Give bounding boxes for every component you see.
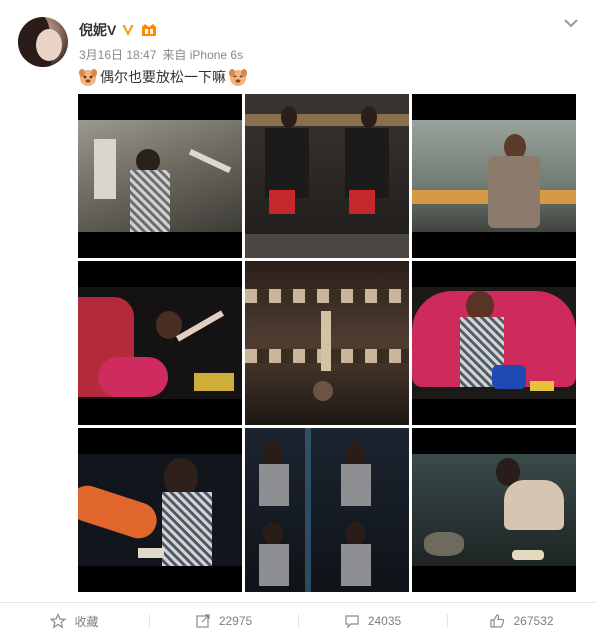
photo-thumbnail[interactable] [245, 94, 409, 258]
author-row: 倪妮V [79, 19, 158, 41]
favorite-label: 收藏 [74, 614, 99, 629]
avatar[interactable] [18, 17, 68, 67]
post-content: 偶尔也要放松一下嘛 [78, 66, 248, 88]
post-date[interactable]: 3月16日 18:47 [79, 46, 156, 63]
star-icon [50, 613, 67, 629]
photo-thumbnail[interactable] [412, 428, 576, 592]
photo-thumbnail[interactable] [78, 428, 242, 592]
repost-count: 22975 [218, 614, 253, 628]
comment-count: 24035 [367, 614, 402, 628]
like-count: 267532 [513, 614, 554, 628]
action-bar: 收藏 22975 24035 267532 [0, 603, 596, 639]
dog-emoji-icon [228, 67, 248, 87]
photo-thumbnail[interactable] [78, 261, 242, 425]
photo-thumbnail[interactable] [412, 94, 576, 258]
photo-grid [78, 94, 577, 592]
favorite-button[interactable]: 收藏 [0, 603, 149, 639]
avatar-face [36, 29, 62, 61]
comment-icon [345, 615, 359, 629]
like-button[interactable]: 267532 [447, 603, 596, 639]
dog-emoji-icon [78, 67, 98, 87]
post-text: 偶尔也要放松一下嘛 [100, 69, 226, 85]
photo-thumbnail[interactable] [245, 428, 409, 592]
photo-thumbnail[interactable] [245, 261, 409, 425]
thumbs-up-icon [490, 614, 505, 628]
repost-button[interactable]: 22975 [149, 603, 298, 639]
post-meta: 3月16日 18:47 来自 iPhone 6s [79, 46, 243, 63]
post-source: 来自 iPhone 6s [162, 48, 244, 62]
vip-badge-icon[interactable] [140, 22, 158, 38]
repost-icon [196, 614, 210, 628]
weibo-post-card: 倪妮V 3月16日 18:47 来自 iPhone 6s 偶尔也要放松一下嘛 收… [0, 0, 596, 639]
photo-thumbnail[interactable] [78, 94, 242, 258]
photo-thumbnail[interactable] [412, 261, 576, 425]
comment-button[interactable]: 24035 [298, 603, 447, 639]
verified-v-icon[interactable] [120, 22, 136, 38]
chevron-down-icon[interactable] [562, 14, 580, 32]
author-name[interactable]: 倪妮V [79, 20, 116, 40]
